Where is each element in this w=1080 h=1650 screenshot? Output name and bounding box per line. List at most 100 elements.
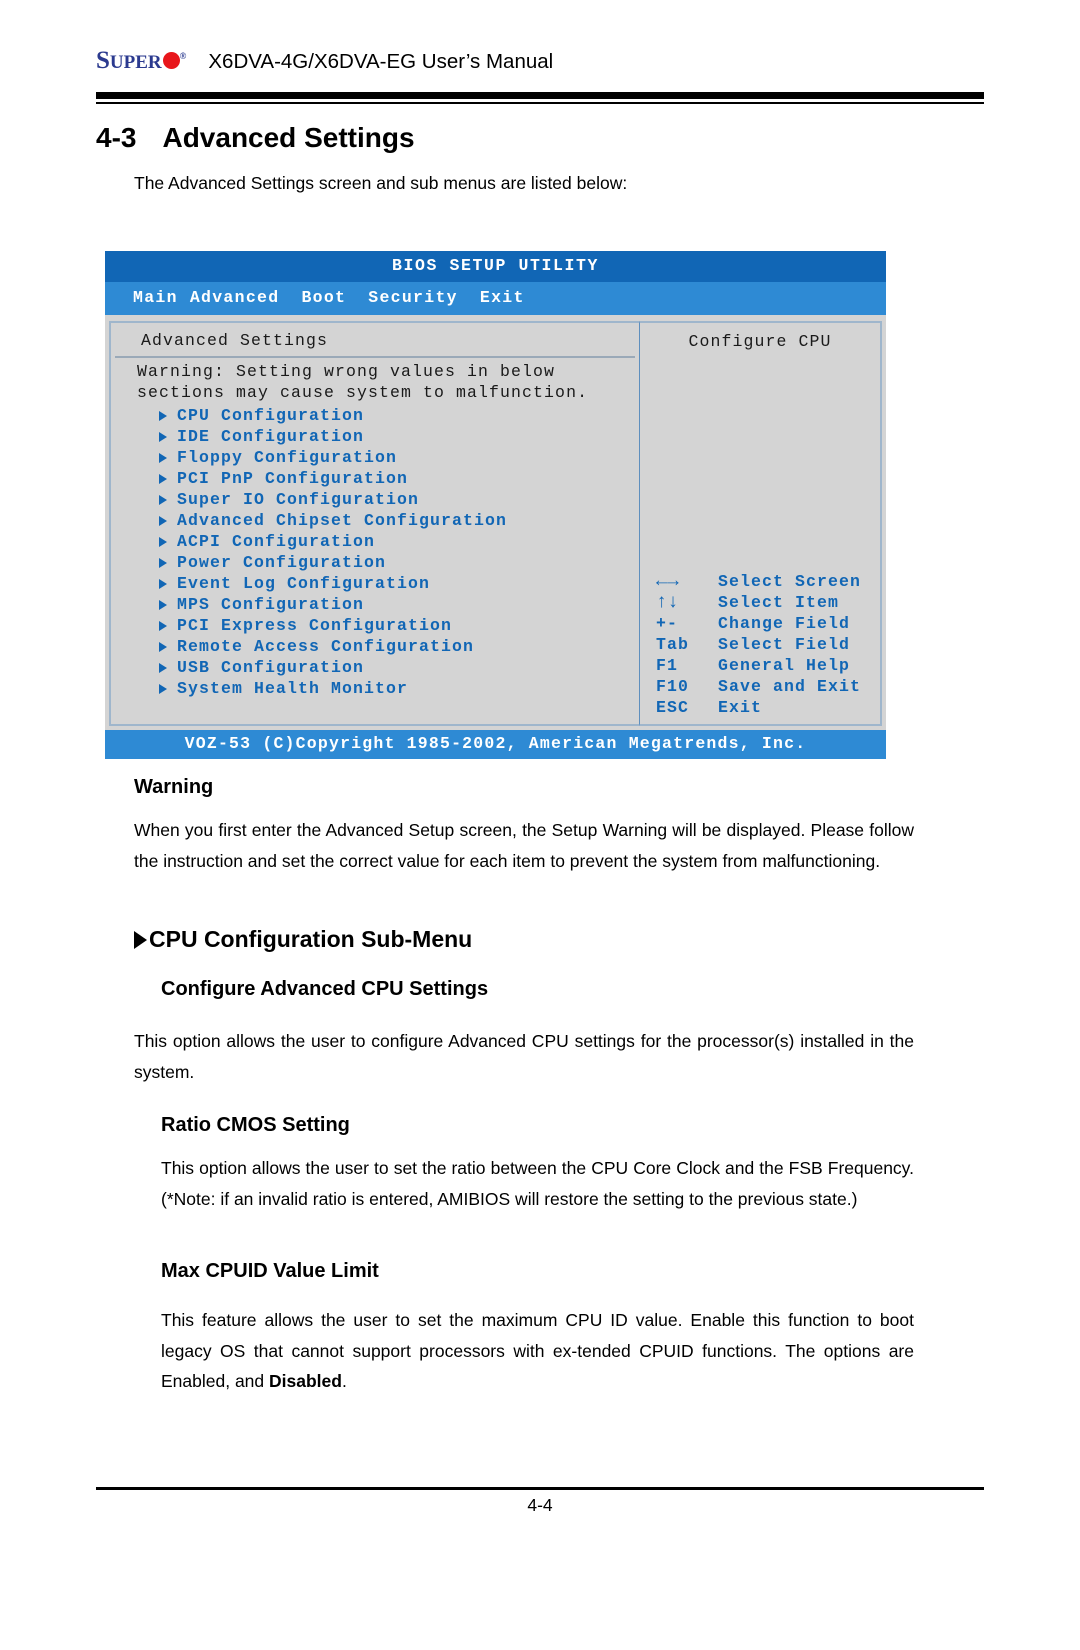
cpuid-paragraph-end: . [341,1371,347,1391]
bios-title-bar: BIOS SETUP UTILITY [105,251,886,283]
bios-setup-screenshot: BIOS SETUP UTILITY Main Advanced Boot Se… [105,251,886,760]
bios-submenu-item-ide-configuration[interactable]: IDE Configuration [111,426,639,447]
bios-submenu-label: IDE Configuration [177,427,365,447]
page-header: SUPER ® X6DVA-4G/X6DVA-EG User’s Manual [96,48,984,92]
bios-menu-main[interactable]: Main [133,288,178,307]
page-number: 4-4 [527,1495,553,1515]
bios-submenu-label: MPS Configuration [177,595,365,615]
bios-submenu-label: ACPI Configuration [177,532,376,552]
bios-submenu-item-cpu-configuration[interactable]: CPU Configuration [111,405,639,426]
key-legend-row-save-and-exit: F10 Save and Exit [644,676,876,697]
bios-submenu-item-event-log-configuration[interactable]: Event Log Configuration [111,573,639,594]
bios-submenu-label: Super IO Configuration [177,490,420,510]
bios-submenu-label: System Health Monitor [177,679,409,699]
bios-submenu-item-acpi-configuration[interactable]: ACPI Configuration [111,531,639,552]
key-legend-desc: Select Screen [718,572,862,592]
tab-key-label: Tab [656,635,690,655]
header-rule-thin [96,102,984,104]
bios-menu-boot[interactable]: Boot [301,288,346,307]
key-legend-row-general-help: F1 General Help [644,655,876,676]
bios-left-panel-title: Advanced Settings [115,331,635,359]
logo-dot-icon [162,52,180,69]
bios-key-legend: ←→ Select Screen ↑↓ Select Item +- Chang… [644,571,876,718]
left-right-arrow-icon: ←→ [656,570,679,593]
bios-menu-exit[interactable]: Exit [480,288,525,307]
cpu-configuration-submenu-heading: CPU Configuration Sub-Menu [134,926,472,953]
triangle-right-icon [159,662,167,673]
bios-submenu-item-floppy-configuration[interactable]: Floppy Configuration [111,447,639,468]
configure-advanced-cpu-settings-heading: Configure Advanced CPU Settings [161,978,489,1000]
bios-submenu-label: CPU Configuration [177,406,365,426]
bios-submenu-item-system-health-monitor[interactable]: System Health Monitor [111,678,639,699]
page-title: X6DVA-4G/X6DVA-EG User’s Manual [208,50,554,73]
bios-submenu-item-mps-configuration[interactable]: MPS Configuration [111,594,639,615]
key-legend-desc: Exit [718,698,763,718]
bios-submenu-item-pci-pnp-configuration[interactable]: PCI PnP Configuration [111,468,639,489]
bios-submenu-label: Remote Access Configuration [177,637,475,657]
max-cpuid-value-limit-heading: Max CPUID Value Limit [161,1260,379,1282]
key-legend-row-select-field: Tab Select Field [644,634,876,655]
bios-warning-line-2: sections may cause system to malfunction… [137,383,589,403]
f10-key-label: F10 [656,677,690,697]
supermicro-logo: SUPER ® [96,48,186,73]
bios-submenu-label: PCI Express Configuration [177,616,453,636]
f1-key-label: F1 [656,656,679,676]
warning-paragraph: When you first enter the Advanced Setup … [134,820,914,871]
up-down-arrow-icon: ↑↓ [656,591,679,614]
key-legend-desc: General Help [718,656,851,676]
triangle-right-icon [159,473,167,484]
key-legend-desc: Change Field [718,614,851,634]
bios-menu-security[interactable]: Security [368,288,458,307]
logo-initial: S [96,47,110,74]
footer-rule [96,1487,984,1490]
triangle-right-icon [159,620,167,631]
header-rule-thick [96,92,984,99]
triangle-right-icon [159,557,167,568]
triangle-right-icon [159,410,167,421]
bios-submenu-item-pci-express-configuration[interactable]: PCI Express Configuration [111,615,639,636]
bios-submenu-item-usb-configuration[interactable]: USB Configuration [111,657,639,678]
bios-menu-advanced[interactable]: Advanced [190,288,280,307]
bios-submenu-label: Power Configuration [177,553,387,573]
plus-minus-key-label: +- [656,614,679,634]
configure-advanced-cpu-settings-paragraph: This option allows the user to configure… [134,1031,914,1082]
bios-submenu-label: Floppy Configuration [177,448,398,468]
logo-word: UPER [109,52,162,73]
max-cpuid-value-limit-paragraph: This feature allows the user to set the … [161,1305,914,1397]
bios-submenu-label: USB Configuration [177,658,365,678]
registered-trademark-icon: ® [179,51,187,61]
key-legend-row-select-item: ↑↓ Select Item [644,592,876,613]
bios-submenu-item-advanced-chipset-configuration[interactable]: Advanced Chipset Configuration [111,510,639,531]
triangle-right-icon [159,536,167,547]
black-triangle-right-icon [134,930,147,949]
section-title: Advanced Settings [162,122,415,153]
key-legend-desc: Select Item [718,593,840,613]
cpu-submenu-heading-label: CPU Configuration Sub-Menu [149,926,473,952]
key-legend-row-exit: ESC Exit [644,697,876,718]
bios-right-panel: Configure CPU ←→ Select Screen ↑↓ Select… [639,321,882,727]
bios-submenu-list: CPU Configuration IDE Configuration Flop… [111,405,639,699]
ratio-cmos-setting-paragraph: This option allows the user to set the r… [161,1158,914,1209]
triangle-right-icon [159,515,167,526]
esc-key-label: ESC [656,698,690,718]
bios-left-panel: Advanced Settings Warning: Setting wrong… [109,321,639,727]
triangle-right-icon [159,578,167,589]
key-legend-row-change-field: +- Change Field [644,613,876,634]
key-legend-row-select-screen: ←→ Select Screen [644,571,876,592]
bios-submenu-item-remote-access-configuration[interactable]: Remote Access Configuration [111,636,639,657]
triangle-right-icon [159,641,167,652]
section-number: 4-3 [96,122,137,153]
bios-copyright-bar: VOZ-53 (C)Copyright 1985-2002, American … [105,730,886,760]
key-legend-desc: Select Field [718,635,851,655]
warning-heading: Warning [134,776,214,798]
bios-menu-bar: Main Advanced Boot Security Exit [105,282,886,316]
bios-submenu-label: PCI PnP Configuration [177,469,409,489]
bios-submenu-item-super-io-configuration[interactable]: Super IO Configuration [111,489,639,510]
triangle-right-icon [159,683,167,694]
triangle-right-icon [159,494,167,505]
bios-submenu-item-power-configuration[interactable]: Power Configuration [111,552,639,573]
triangle-right-icon [159,431,167,442]
bios-submenu-label: Advanced Chipset Configuration [177,511,508,531]
section-heading: 4-3 Advanced Settings [96,122,415,154]
bios-warning-block: Warning: Setting wrong values in below s… [111,358,639,403]
